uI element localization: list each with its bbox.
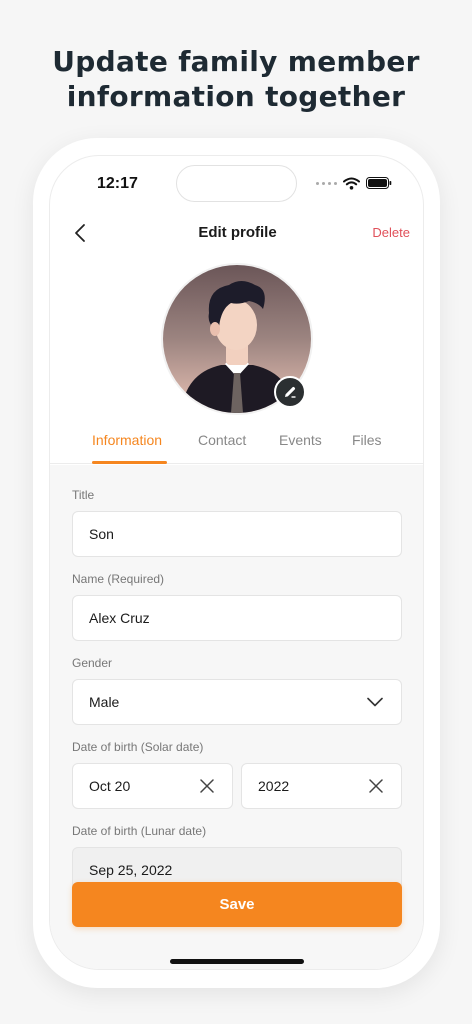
status-time: 12:17 <box>97 175 138 192</box>
pencil-icon <box>285 386 296 398</box>
title-value: Son <box>89 526 114 542</box>
dob-solar-year-value: 2022 <box>258 778 290 794</box>
dob-solar-label: Date of birth (Solar date) <box>72 740 204 754</box>
title-input[interactable]: Son <box>72 511 402 557</box>
edit-avatar-button[interactable] <box>274 376 306 408</box>
status-icons <box>316 176 392 190</box>
gender-select[interactable]: Male <box>72 679 402 725</box>
dob-lunar-label: Date of birth (Lunar date) <box>72 824 207 838</box>
battery-icon <box>366 177 392 189</box>
dob-solar-day-month-value: Oct 20 <box>89 778 131 794</box>
tab-files[interactable]: Files <box>352 432 382 448</box>
name-input[interactable]: Alex Cruz <box>72 595 402 641</box>
gender-dropdown-toggle[interactable] <box>367 680 383 724</box>
clear-icon <box>200 779 214 793</box>
tab-contact[interactable]: Contact <box>198 432 246 448</box>
navigation-bar: Edit profile Delete <box>50 216 423 250</box>
clear-year-button[interactable] <box>369 764 383 808</box>
dob-solar-day-month-input[interactable]: Oct 20 <box>72 763 233 809</box>
tab-bar: Information Contact Events Files <box>50 428 423 464</box>
title-label: Title <box>72 488 95 502</box>
active-tab-indicator <box>92 461 167 464</box>
tab-events[interactable]: Events <box>279 432 322 448</box>
dob-lunar-value: Sep 25, 2022 <box>89 862 173 878</box>
avatar-container <box>161 263 313 415</box>
clear-icon <box>369 779 383 793</box>
clear-day-month-button[interactable] <box>200 764 214 808</box>
promo-line-2: information together <box>66 80 406 113</box>
home-indicator <box>170 959 304 964</box>
name-value: Alex Cruz <box>89 610 150 626</box>
gender-label: Gender <box>72 656 113 670</box>
promo-line-1: Update family member <box>52 45 420 78</box>
gender-value: Male <box>89 694 120 710</box>
dynamic-island <box>176 165 297 202</box>
tab-information[interactable]: Information <box>92 432 162 448</box>
save-button[interactable]: Save <box>72 882 402 927</box>
promo-headline: Update family member information togethe… <box>0 44 472 114</box>
page-title: Edit profile <box>198 224 277 241</box>
name-label: Name (Required) <box>72 572 165 586</box>
dob-solar-year-input[interactable]: 2022 <box>241 763 402 809</box>
delete-button[interactable]: Delete <box>372 225 410 240</box>
phone-screen: 12:17 Edit profile Delete Information Co… <box>49 155 424 970</box>
wifi-icon <box>343 177 360 190</box>
chevron-down-icon <box>367 697 383 707</box>
signal-dots-icon <box>316 181 337 185</box>
